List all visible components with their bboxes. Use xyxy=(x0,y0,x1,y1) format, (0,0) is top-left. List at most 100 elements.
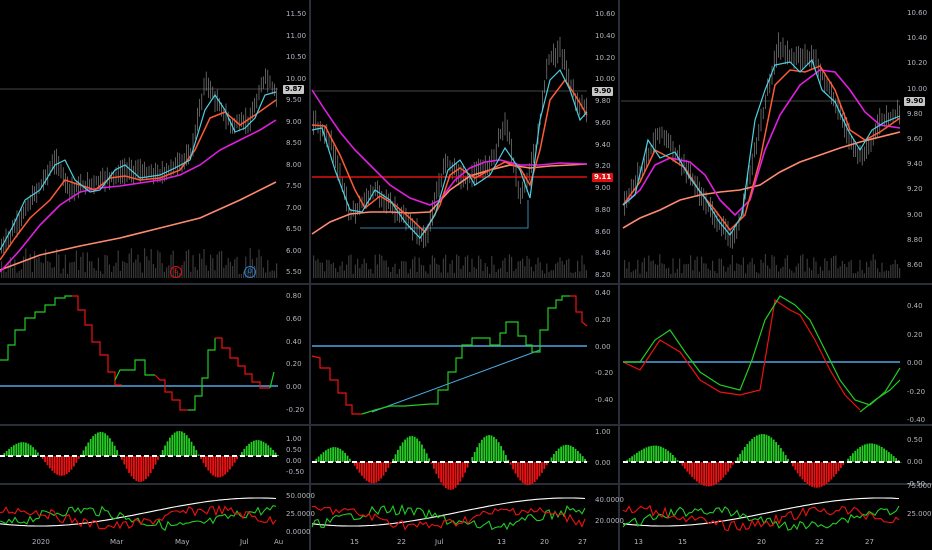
histogram-bar xyxy=(722,462,725,478)
volume-bar xyxy=(727,267,729,278)
price-tick: 9.60 xyxy=(907,135,923,143)
volume-bar xyxy=(646,271,648,278)
price-tick: 9.40 xyxy=(907,160,923,169)
histogram-bar xyxy=(885,450,888,462)
volume-bar xyxy=(874,259,876,278)
volume-bar xyxy=(888,270,890,278)
histogram-bar xyxy=(655,445,657,462)
histogram-bar xyxy=(852,453,854,462)
histogram-bar xyxy=(664,449,667,462)
volume-bar xyxy=(883,271,885,278)
price-tick: 9.00 xyxy=(907,210,923,219)
volume-bar xyxy=(806,258,808,278)
volume-bar xyxy=(635,269,637,278)
rsi-line xyxy=(622,497,900,527)
histogram-bar xyxy=(684,462,686,469)
histogram-bar xyxy=(825,462,828,484)
volume-bar xyxy=(654,264,656,278)
histogram-bar xyxy=(760,434,763,462)
histogram-bar xyxy=(828,462,830,482)
volume-bar xyxy=(753,264,755,278)
price-tick: 8.60 xyxy=(907,261,923,269)
volume-bar xyxy=(782,266,784,278)
volume-bar xyxy=(720,258,722,278)
price-tick: 9.20 xyxy=(907,185,923,194)
histogram-bar xyxy=(837,462,840,472)
histogram-bar xyxy=(763,434,765,462)
histogram-bar xyxy=(861,445,864,462)
volume-bar xyxy=(707,268,709,278)
volume-bar xyxy=(881,262,883,278)
histogram-bar xyxy=(645,447,648,462)
volume-bar xyxy=(641,262,643,278)
histogram-bar xyxy=(900,462,902,463)
volume-bar xyxy=(868,267,870,278)
volume-bar xyxy=(692,270,694,278)
chart-canvas-right[interactable] xyxy=(0,0,932,550)
volume-bar xyxy=(630,272,632,278)
volume-bar xyxy=(760,259,762,278)
volume-bar xyxy=(740,264,742,278)
volume-bar xyxy=(824,258,826,278)
osc-line-red-right xyxy=(622,298,861,411)
volume-bar xyxy=(764,254,766,278)
volume-bar xyxy=(857,271,859,278)
histogram-bar xyxy=(878,445,881,462)
volume-bar xyxy=(712,260,714,278)
volume-bar xyxy=(852,273,854,278)
histogram-bar xyxy=(676,460,679,462)
volume-bar xyxy=(632,270,634,278)
volume-bar xyxy=(683,264,685,278)
histogram-bar xyxy=(669,452,672,462)
volume-bar xyxy=(885,270,887,278)
volume-bar xyxy=(775,264,777,278)
volume-bar xyxy=(784,258,786,278)
histogram-bar xyxy=(820,462,823,487)
volume-bar xyxy=(718,258,720,278)
histogram-bar xyxy=(811,462,813,487)
histogram-bar xyxy=(693,462,696,480)
volume-bar xyxy=(714,271,716,278)
histogram-bar xyxy=(703,462,705,486)
volume-bar xyxy=(703,263,705,278)
histogram-bar xyxy=(672,455,674,462)
volume-bar xyxy=(780,268,782,278)
volume-bar xyxy=(685,264,687,278)
volume-bar xyxy=(626,268,628,278)
volume-bar xyxy=(679,258,681,278)
volume-bar xyxy=(894,259,896,278)
histogram-bar xyxy=(657,445,660,462)
histogram-bar xyxy=(643,448,645,462)
volume-bar xyxy=(758,273,760,278)
volume-bar xyxy=(674,272,676,278)
histogram-bar xyxy=(806,462,809,484)
volume-bar xyxy=(789,268,791,278)
volume-bar xyxy=(696,256,698,278)
histogram-bar xyxy=(638,451,641,462)
volume-bar xyxy=(822,270,824,278)
histogram-bar xyxy=(628,458,631,462)
histogram-bar xyxy=(873,443,876,462)
histogram-right xyxy=(623,434,902,488)
histogram-bar xyxy=(888,452,890,462)
histogram-bar xyxy=(799,462,801,477)
volume-bar xyxy=(804,271,806,278)
volume-bar xyxy=(786,255,788,278)
volume-bar xyxy=(650,261,652,278)
time-label: 20 xyxy=(757,538,766,546)
volume-bar xyxy=(742,257,744,278)
volume-bar xyxy=(899,268,901,278)
volume-bar xyxy=(890,264,892,278)
histogram-bar xyxy=(732,462,734,465)
volume-bar xyxy=(808,267,810,278)
volume-bar xyxy=(670,273,672,278)
volume-bar xyxy=(747,264,749,278)
histogram-bar xyxy=(715,462,717,485)
osc-tick: 0.40 xyxy=(907,302,923,310)
hist-tick: 0.00 xyxy=(907,458,923,466)
ema-fast-right xyxy=(622,58,901,237)
last-price-tag-right: 9.90 xyxy=(904,97,926,106)
histogram-bar xyxy=(741,450,744,462)
histogram-bar xyxy=(710,462,713,487)
volume-bar xyxy=(716,273,718,278)
